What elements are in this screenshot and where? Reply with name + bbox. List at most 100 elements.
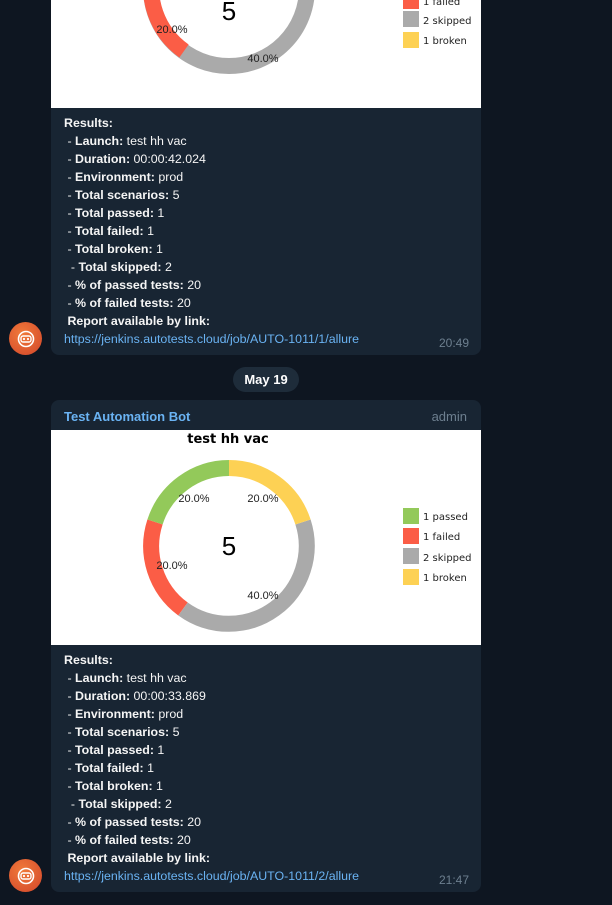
result-label: Total failed: bbox=[75, 761, 144, 775]
result-line: - Total scenarios: 5 bbox=[64, 725, 180, 739]
result-value: 20 bbox=[187, 278, 202, 292]
result-value: 5 bbox=[172, 188, 180, 202]
chart-title: test hh vac bbox=[187, 432, 269, 447]
result-line: - Total skipped: 2 bbox=[64, 797, 172, 811]
result-value: 1 bbox=[156, 779, 163, 793]
result-line: - % of passed tests: 20 bbox=[64, 815, 202, 829]
slice-label: 20.0% bbox=[156, 24, 187, 36]
bot-avatar[interactable] bbox=[9, 322, 42, 355]
sender-name[interactable]: Test Automation Bot bbox=[64, 409, 190, 424]
legend-swatch-broken bbox=[403, 569, 419, 585]
result-label: % of passed tests: bbox=[75, 278, 184, 292]
result-line: - Total failed: 1 bbox=[64, 761, 154, 775]
result-value: 2 bbox=[165, 260, 172, 274]
bot-avatar[interactable] bbox=[9, 859, 42, 892]
slice-skipped bbox=[178, 519, 315, 632]
legend-label: 1 failed bbox=[423, 532, 460, 543]
result-line: - Total skipped: 2 bbox=[64, 260, 172, 274]
legend-label: 1 broken bbox=[423, 36, 467, 47]
legend-label: 1 passed bbox=[423, 512, 468, 523]
result-label: Total skipped: bbox=[78, 797, 162, 811]
message-bubble[interactable]: 5 20.0% 40.0% 1 failed 2 skipped 1 broke… bbox=[51, 0, 481, 355]
chart-image[interactable]: 5 20.0% 40.0% 1 failed 2 skipped 1 broke… bbox=[51, 0, 481, 108]
robot-icon bbox=[17, 330, 34, 347]
legend-swatch-skipped bbox=[403, 548, 419, 564]
slice-label: 40.0% bbox=[247, 590, 278, 602]
result-value: prod bbox=[158, 707, 184, 721]
result-value: 00:00:33.869 bbox=[133, 689, 206, 703]
legend-swatch-passed bbox=[403, 508, 419, 524]
legend-label: 1 broken bbox=[423, 573, 467, 584]
results-text: Results: - Launch: test hh vac - Duratio… bbox=[64, 114, 359, 348]
result-value: prod bbox=[158, 170, 184, 184]
results-heading: Results: bbox=[64, 653, 113, 667]
result-label: Environment: bbox=[75, 170, 155, 184]
legend-swatch-failed bbox=[403, 528, 419, 544]
result-label: Launch: bbox=[75, 134, 124, 148]
result-label: Duration: bbox=[75, 152, 131, 166]
slice-label: 20.0% bbox=[156, 560, 187, 572]
report-link[interactable]: https://jenkins.autotests.cloud/job/AUTO… bbox=[64, 332, 359, 346]
result-label: Total broken: bbox=[75, 779, 153, 793]
result-line: - Environment: prod bbox=[64, 707, 184, 721]
slice-label: 20.0% bbox=[178, 493, 209, 505]
result-label: Total scenarios: bbox=[75, 188, 170, 202]
chart-svg: test hh vac 5 20.0% 20.0% 20.0% 40.0% 1 … bbox=[143, 432, 472, 632]
result-value: 20 bbox=[187, 815, 202, 829]
result-label: Launch: bbox=[75, 671, 124, 685]
date-separator: May 19 bbox=[233, 367, 299, 392]
sender-role: admin bbox=[431, 409, 467, 424]
result-label: Total passed: bbox=[75, 743, 154, 757]
result-line: - % of failed tests: 20 bbox=[64, 833, 191, 847]
result-value: 1 bbox=[157, 206, 165, 220]
report-link[interactable]: https://jenkins.autotests.cloud/job/AUTO… bbox=[64, 869, 359, 883]
result-label: % of failed tests: bbox=[75, 833, 174, 847]
result-value: 1 bbox=[156, 242, 163, 256]
result-value: 20 bbox=[176, 833, 191, 847]
result-line: - Duration: 00:00:42.024 bbox=[64, 152, 206, 166]
result-label: Total passed: bbox=[75, 206, 154, 220]
result-value: test hh vac bbox=[126, 134, 187, 148]
result-label: Environment: bbox=[75, 707, 155, 721]
message-bubble[interactable]: Test Automation Bot admin test hh vac 5 … bbox=[51, 400, 481, 892]
result-line: - Launch: test hh vac bbox=[64, 671, 187, 685]
result-value: 2 bbox=[165, 797, 172, 811]
result-label: % of failed tests: bbox=[75, 296, 174, 310]
legend-swatch-skipped bbox=[403, 11, 419, 27]
result-label: Duration: bbox=[75, 689, 131, 703]
message-time: 20:49 bbox=[438, 336, 469, 350]
center-label: 5 bbox=[222, 531, 236, 561]
center-label: 5 bbox=[222, 0, 236, 26]
legend-swatch-broken bbox=[403, 32, 419, 48]
result-line: - Total passed: 1 bbox=[64, 743, 165, 757]
chart-svg: 5 20.0% 40.0% 1 failed 2 skipped 1 broke… bbox=[143, 0, 472, 74]
result-value: 1 bbox=[147, 761, 154, 775]
result-line: - Total scenarios: 5 bbox=[64, 188, 180, 202]
result-line: - Duration: 00:00:33.869 bbox=[64, 689, 206, 703]
result-label: Total broken: bbox=[75, 242, 153, 256]
robot-icon bbox=[17, 867, 34, 884]
results-heading: Results: bbox=[64, 116, 113, 130]
result-value: 5 bbox=[172, 725, 180, 739]
result-line: - Total passed: 1 bbox=[64, 206, 165, 220]
result-value: 20 bbox=[176, 296, 191, 310]
result-value: 1 bbox=[147, 224, 154, 238]
legend-swatch-failed bbox=[403, 0, 419, 9]
result-line: - Environment: prod bbox=[64, 170, 184, 184]
result-line: - % of failed tests: 20 bbox=[64, 296, 191, 310]
result-label: % of passed tests: bbox=[75, 815, 184, 829]
chart-image[interactable]: test hh vac 5 20.0% 20.0% 20.0% 40.0% 1 … bbox=[51, 430, 481, 645]
report-label: Report available by link: bbox=[67, 314, 210, 328]
message-time: 21:47 bbox=[438, 873, 469, 887]
legend-label: 2 skipped bbox=[423, 553, 472, 564]
result-label: Total scenarios: bbox=[75, 725, 170, 739]
result-line: - Total broken: 1 bbox=[64, 242, 163, 256]
slice-label: 40.0% bbox=[247, 53, 278, 65]
report-label: Report available by link: bbox=[67, 851, 210, 865]
slice-label: 20.0% bbox=[247, 493, 278, 505]
result-label: Total failed: bbox=[75, 224, 144, 238]
result-value: test hh vac bbox=[126, 671, 187, 685]
result-line: - Launch: test hh vac bbox=[64, 134, 187, 148]
results-text: Results: - Launch: test hh vac - Duratio… bbox=[64, 651, 359, 885]
result-label: Total skipped: bbox=[78, 260, 162, 274]
